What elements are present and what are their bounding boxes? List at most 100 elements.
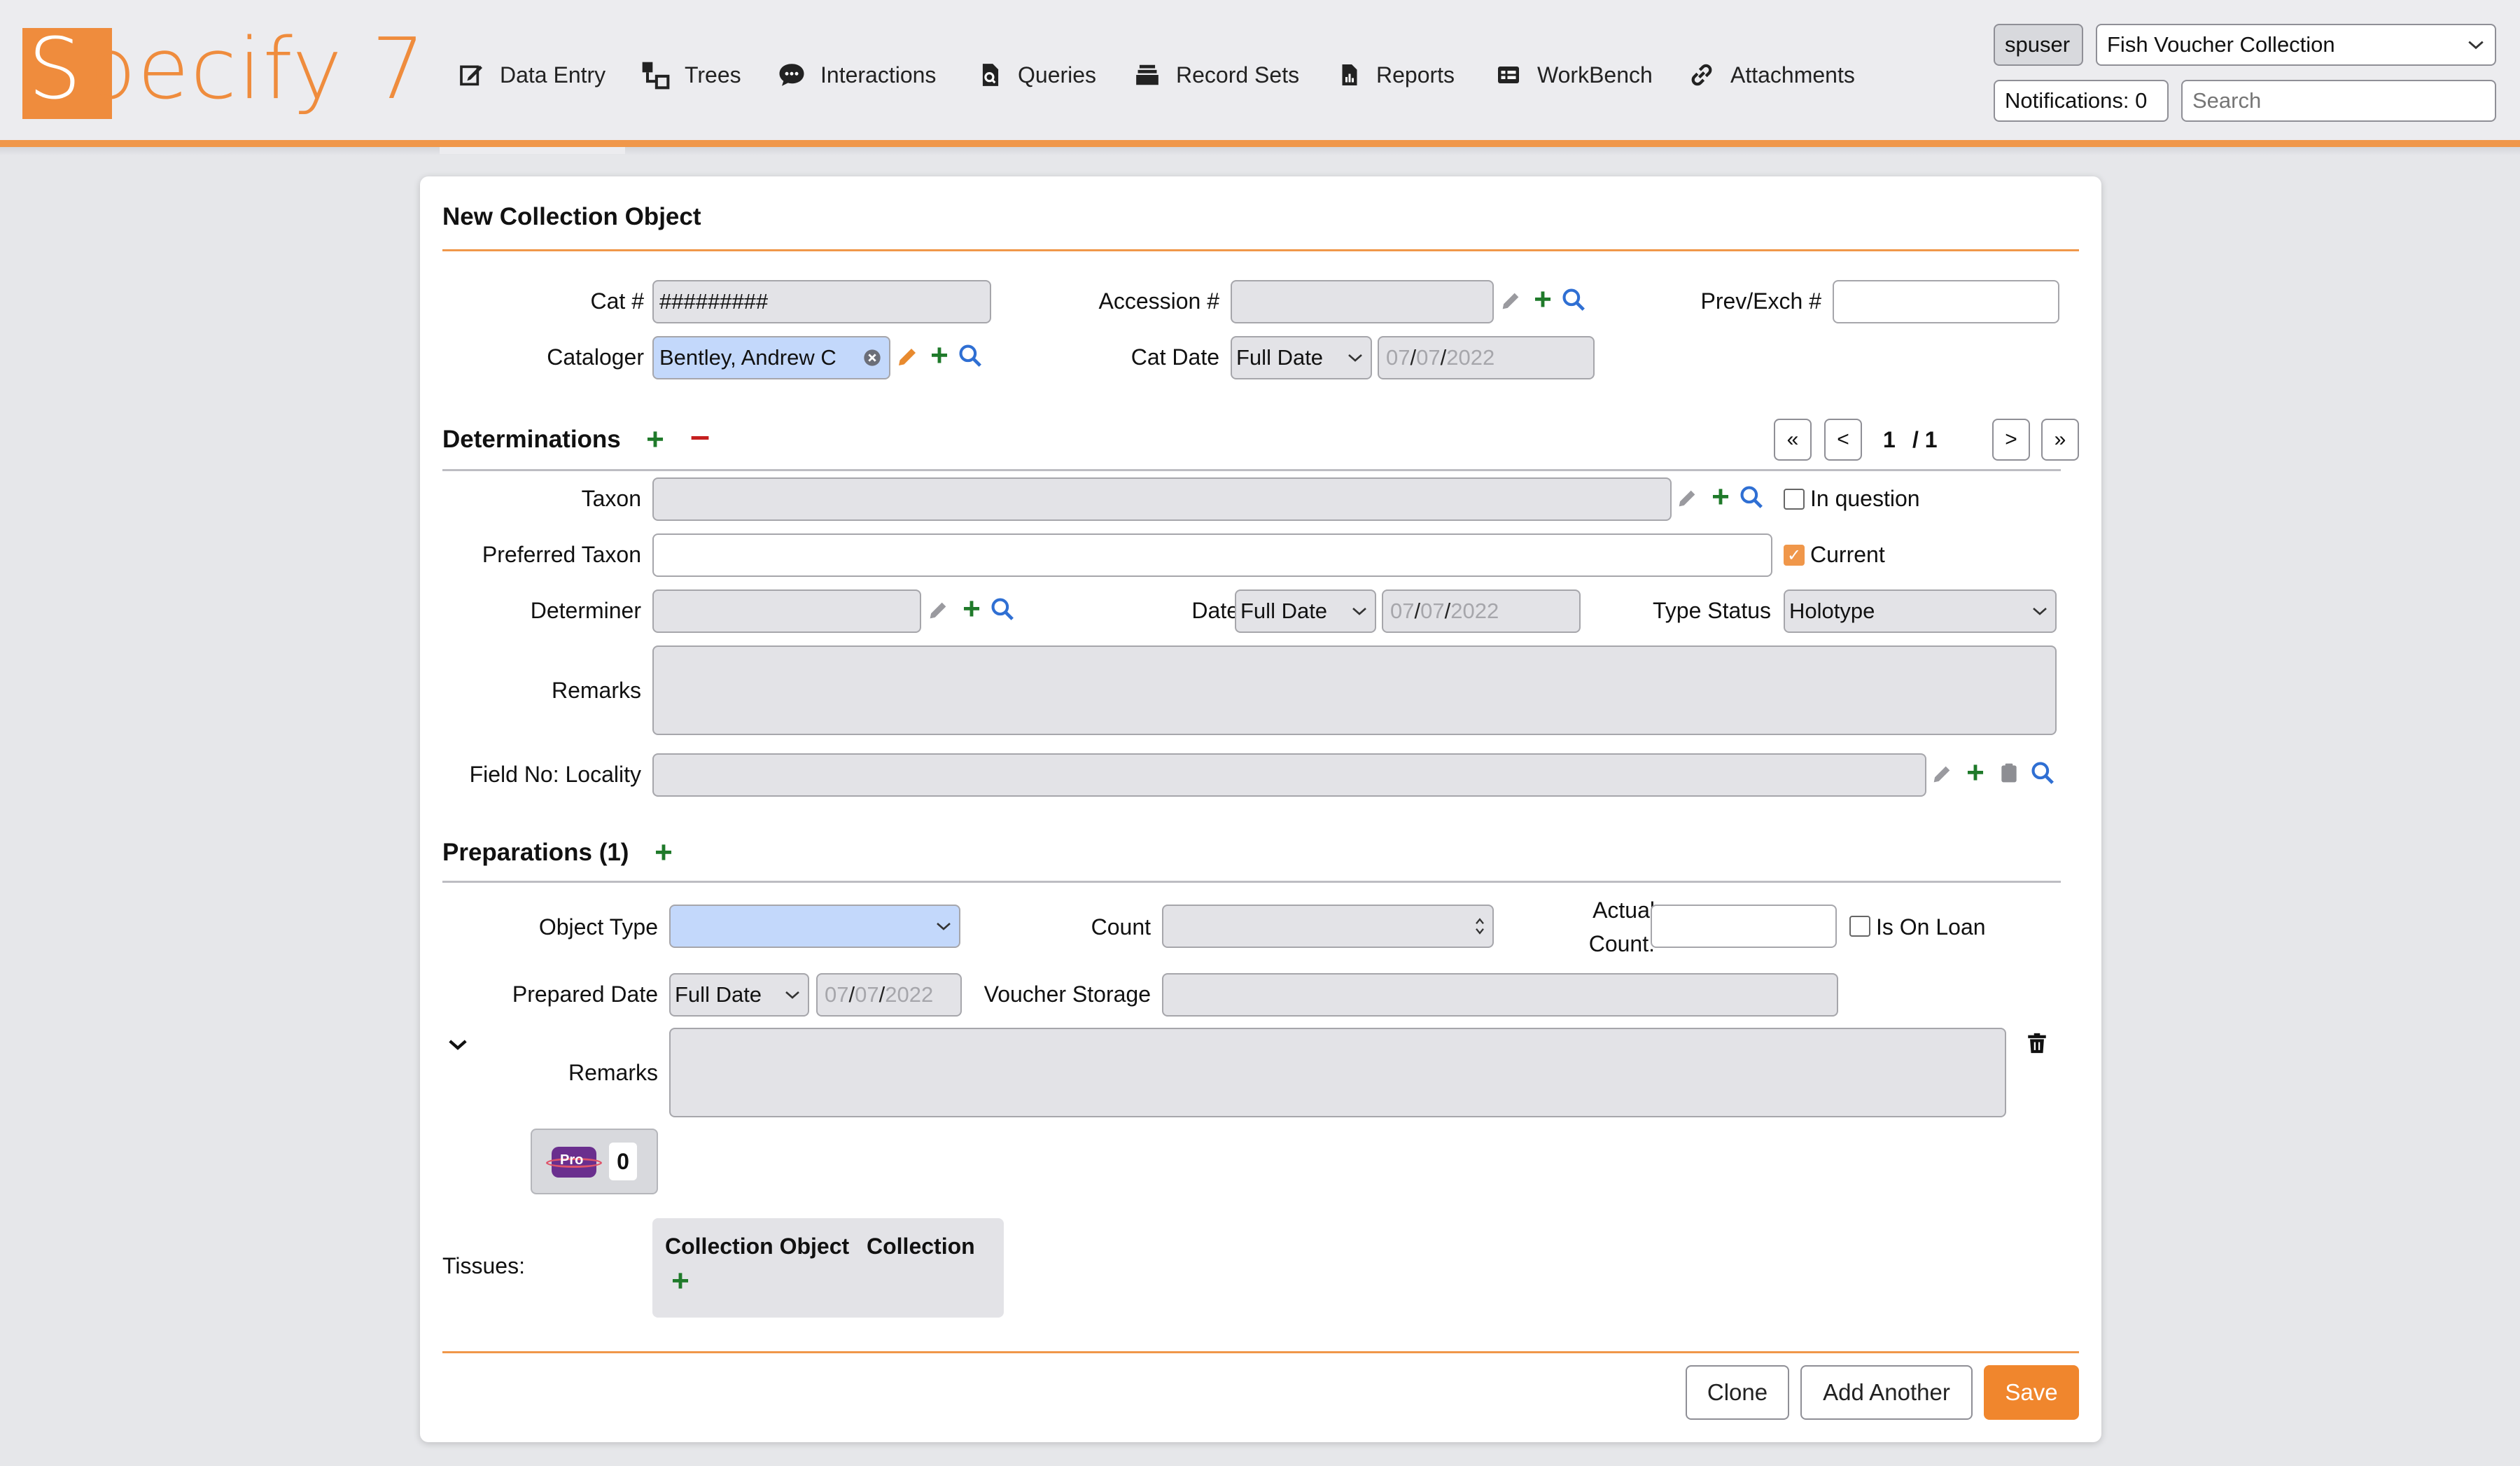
search-input[interactable]	[2181, 80, 2496, 122]
prev-exch-field[interactable]	[1833, 280, 2059, 323]
pencil-icon[interactable]	[1928, 760, 1956, 788]
cataloger-field[interactable]: Bentley, Andrew C	[652, 336, 890, 379]
preparation-remarks-textarea[interactable]	[669, 1028, 2006, 1117]
preferred-taxon-field[interactable]	[652, 533, 1772, 577]
pencil-icon[interactable]	[924, 596, 952, 624]
precision-value: Full Date	[1240, 599, 1328, 623]
first-record-button[interactable]: «	[1774, 419, 1812, 461]
nav-label: Queries	[1018, 62, 1097, 88]
date-day: 07	[1420, 599, 1445, 623]
object-type-select[interactable]	[669, 905, 960, 948]
prepared-date-label: Prepared Date	[512, 982, 658, 1007]
clone-button[interactable]: Clone	[1686, 1365, 1789, 1420]
app-logo[interactable]: Specify 7	[28, 21, 426, 118]
tissues-subview: Collection Object Collection +	[652, 1218, 1004, 1318]
add-another-button[interactable]: Add Another	[1800, 1365, 1973, 1420]
chevron-down-icon	[1352, 608, 1366, 615]
collection-select[interactable]: Fish Voucher Collection	[2096, 24, 2496, 66]
current-checkbox[interactable]: ✓	[1784, 545, 1805, 566]
clear-icon[interactable]	[862, 348, 882, 368]
prepared-date-field[interactable]: 07/07/2022	[816, 973, 962, 1017]
title-divider	[442, 249, 2079, 251]
nav-workbench[interactable]: WorkBench	[1494, 57, 1653, 92]
date-year: 2022	[1450, 599, 1499, 623]
collection-object-form: New Collection Object Cat # ######### Ac…	[420, 176, 2101, 1442]
pencil-icon[interactable]	[1673, 484, 1701, 512]
attachments-button[interactable]: Pro 0	[531, 1129, 658, 1194]
chevron-down-icon	[937, 923, 951, 930]
search-icon[interactable]	[956, 342, 984, 370]
accession-field[interactable]	[1231, 280, 1494, 323]
add-icon[interactable]: +	[1529, 284, 1557, 315]
add-icon[interactable]: +	[1961, 758, 1989, 788]
add-preparation-icon[interactable]: +	[650, 837, 678, 868]
nav-queries[interactable]: Queries	[977, 57, 1096, 92]
type-status-select[interactable]: Holotype	[1784, 589, 2057, 633]
last-record-button[interactable]: »	[2041, 419, 2079, 461]
type-status-label: Type Status	[1653, 598, 1771, 623]
nav-interactions[interactable]: Interactions	[777, 57, 936, 92]
taxon-field[interactable]	[652, 477, 1672, 521]
add-tissue-icon[interactable]: +	[666, 1266, 694, 1297]
notifications-button[interactable]: Notifications: 0	[1994, 80, 2169, 122]
nav-reports[interactable]: Reports	[1337, 57, 1455, 92]
search-icon[interactable]	[988, 595, 1016, 623]
nav-label: Trees	[685, 62, 741, 88]
clipboard-icon[interactable]	[1995, 759, 2023, 787]
add-icon[interactable]: +	[925, 340, 953, 371]
precision-value: Full Date	[675, 982, 762, 1007]
search-icon[interactable]	[1560, 286, 1588, 314]
add-icon[interactable]: +	[958, 594, 986, 624]
is-on-loan-label: Is On Loan	[1876, 914, 1986, 940]
chevron-down-icon	[2468, 41, 2484, 50]
stepper-arrows-icon[interactable]	[1474, 916, 1485, 937]
voucher-storage-label: Voucher Storage	[983, 982, 1151, 1007]
search-icon[interactable]	[1737, 483, 1765, 511]
add-icon[interactable]: +	[1707, 482, 1735, 512]
taxon-label: Taxon	[581, 486, 641, 511]
pencil-icon[interactable]	[1497, 287, 1525, 315]
date-month: 07	[1386, 345, 1410, 370]
search-icon[interactable]	[2029, 759, 2057, 787]
cataloger-label: Cataloger	[547, 344, 644, 370]
date-day: 07	[855, 982, 879, 1007]
nav-data-entry[interactable]: Data Entry	[458, 57, 606, 92]
in-question-checkbox[interactable]	[1784, 489, 1805, 510]
cat-date-precision-select[interactable]: Full Date	[1231, 336, 1372, 379]
nav-record-sets[interactable]: Record Sets	[1133, 57, 1299, 92]
is-on-loan-checkbox[interactable]	[1849, 916, 1870, 937]
cat-number-field[interactable]: #########	[652, 280, 991, 323]
prepared-date-precision-select[interactable]: Full Date	[669, 973, 809, 1017]
save-button[interactable]: Save	[1984, 1365, 2079, 1420]
object-type-label: Object Type	[538, 914, 658, 940]
collapse-chevron-icon[interactable]	[444, 1031, 472, 1059]
determination-remarks-textarea[interactable]	[652, 645, 2057, 735]
actual-count-label-1: Actual	[1592, 898, 1655, 923]
prev-exch-label: Prev/Exch #	[1700, 288, 1821, 314]
nav-trees[interactable]: Trees	[640, 57, 741, 92]
previous-record-button[interactable]: <	[1824, 419, 1862, 461]
determination-date-field[interactable]: 07/07/2022	[1382, 589, 1581, 633]
determination-date-precision-select[interactable]: Full Date	[1235, 589, 1376, 633]
nav-label: Attachments	[1730, 62, 1855, 88]
cat-date-field[interactable]: 07/07/2022	[1378, 336, 1595, 379]
actual-count-field[interactable]	[1651, 905, 1837, 948]
attachment-badge-text: Pro	[560, 1152, 584, 1168]
pencil-icon[interactable]	[893, 343, 921, 371]
preparations-title: Preparations (1)	[442, 839, 629, 866]
nav-attachments[interactable]: Attachments	[1687, 57, 1855, 92]
actual-count-label-2: Count:	[1588, 931, 1655, 956]
tissues-column-collection-object: Collection Object	[665, 1234, 850, 1259]
locality-field[interactable]	[652, 753, 1926, 797]
count-stepper[interactable]	[1162, 905, 1494, 948]
trash-icon[interactable]	[2023, 1029, 2051, 1057]
remove-determination-icon[interactable]: –	[686, 418, 714, 453]
determination-date-label: Date	[1191, 598, 1239, 623]
add-determination-icon[interactable]: +	[641, 424, 669, 455]
date-year: 2022	[1446, 345, 1495, 370]
next-record-button[interactable]: >	[1992, 419, 2030, 461]
link-icon	[1691, 64, 1712, 86]
determiner-field[interactable]	[652, 589, 921, 633]
user-menu-button[interactable]: spuser	[1994, 24, 2083, 66]
voucher-storage-field[interactable]	[1162, 973, 1838, 1017]
